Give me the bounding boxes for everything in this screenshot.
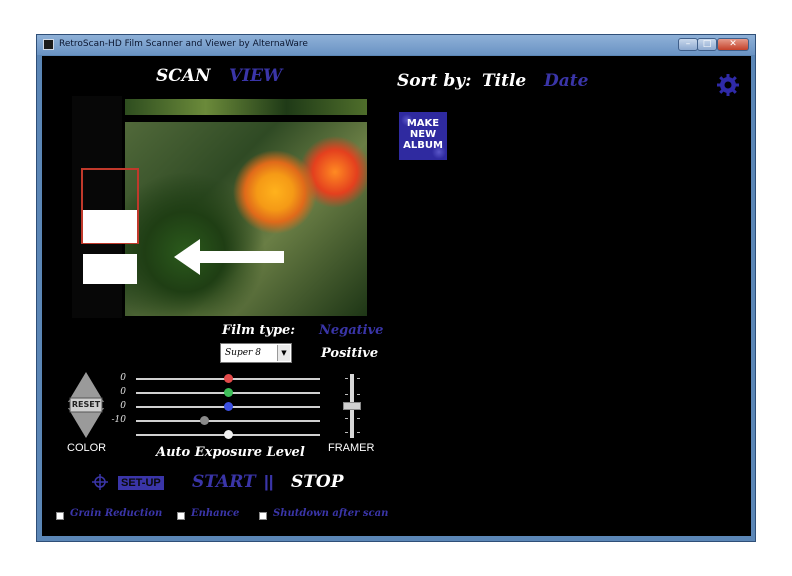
- gray-value: -10: [111, 415, 127, 425]
- window-title: RetroScan-HD Film Scanner and Viewer by …: [59, 39, 308, 49]
- maximize-button[interactable]: □: [697, 38, 717, 51]
- film-type-value: Super 8: [225, 348, 261, 358]
- make-new-album-button[interactable]: MAKE NEW ALBUM: [399, 112, 447, 160]
- framer-tick: [357, 432, 360, 433]
- sort-title-option[interactable]: Title: [482, 71, 526, 91]
- framer-tick: [345, 394, 348, 395]
- frame-selector[interactable]: [81, 168, 139, 284]
- film-type-select[interactable]: Super 8 ▼: [220, 343, 292, 363]
- scan-preview-image[interactable]: [125, 122, 367, 316]
- gray-slider-knob[interactable]: [200, 416, 209, 425]
- start-button[interactable]: START: [192, 472, 256, 492]
- color-label: COLOR: [67, 442, 107, 454]
- title-bar[interactable]: RetroScan-HD Film Scanner and Viewer by …: [37, 35, 755, 55]
- album-line-2: NEW: [409, 129, 437, 140]
- gear-icon[interactable]: [716, 73, 740, 97]
- grain-reduction-label[interactable]: Grain Reduction: [70, 508, 162, 519]
- close-button[interactable]: ✕: [717, 38, 749, 51]
- framer-tick: [357, 418, 360, 419]
- setup-button[interactable]: SET-UP: [118, 476, 164, 490]
- tab-scan[interactable]: SCAN: [156, 66, 211, 86]
- enhance-checkbox[interactable]: [177, 512, 185, 520]
- gray-slider[interactable]: [136, 420, 320, 422]
- green-slider-knob[interactable]: [224, 388, 233, 397]
- grain-reduction-checkbox[interactable]: [56, 512, 64, 520]
- tab-view[interactable]: VIEW: [229, 66, 282, 86]
- blue-value: 0: [120, 401, 126, 411]
- frame-slot: [83, 254, 137, 284]
- frame-slot: [83, 210, 137, 243]
- framer-tick: [345, 432, 348, 433]
- stop-button[interactable]: STOP: [291, 472, 344, 492]
- previous-frame-strip: [125, 99, 367, 115]
- sort-label: Sort by:: [397, 71, 472, 91]
- red-slider-knob[interactable]: [224, 374, 233, 383]
- main-area: SCAN VIEW Sort by: Title Date MAKE NEW A…: [42, 56, 751, 536]
- positive-option[interactable]: Positive: [321, 346, 378, 361]
- shutdown-checkbox[interactable]: [259, 512, 267, 520]
- framer-tick: [357, 394, 360, 395]
- enhance-label[interactable]: Enhance: [191, 508, 239, 519]
- app-icon: [43, 39, 54, 50]
- auto-exposure-knob[interactable]: [224, 430, 233, 439]
- framer-tick: [357, 378, 360, 379]
- shutdown-label[interactable]: Shutdown after scan: [273, 508, 388, 519]
- app-window: RetroScan-HD Film Scanner and Viewer by …: [36, 34, 756, 542]
- framer-slider-handle[interactable]: [343, 402, 361, 410]
- pause-button[interactable]: ||: [264, 472, 274, 492]
- film-type-label: Film type:: [222, 323, 296, 338]
- red-value: 0: [120, 373, 126, 383]
- negative-option[interactable]: Negative: [319, 323, 383, 338]
- chevron-down-icon: ▼: [277, 345, 290, 361]
- reset-label: RESET: [71, 400, 101, 409]
- framer-tick: [345, 418, 348, 419]
- framer-label: FRAMER: [328, 442, 375, 454]
- album-line-3: ALBUM: [403, 140, 443, 151]
- auto-exposure-label: Auto Exposure Level: [156, 445, 305, 460]
- sort-date-option[interactable]: Date: [544, 71, 588, 91]
- left-arrow-icon: [174, 239, 284, 275]
- crosshair-icon[interactable]: [92, 474, 108, 490]
- blue-slider-knob[interactable]: [224, 402, 233, 411]
- framer-tick: [345, 378, 348, 379]
- album-line-1: MAKE: [406, 118, 440, 129]
- minimize-button[interactable]: –: [678, 38, 698, 51]
- green-value: 0: [120, 387, 126, 397]
